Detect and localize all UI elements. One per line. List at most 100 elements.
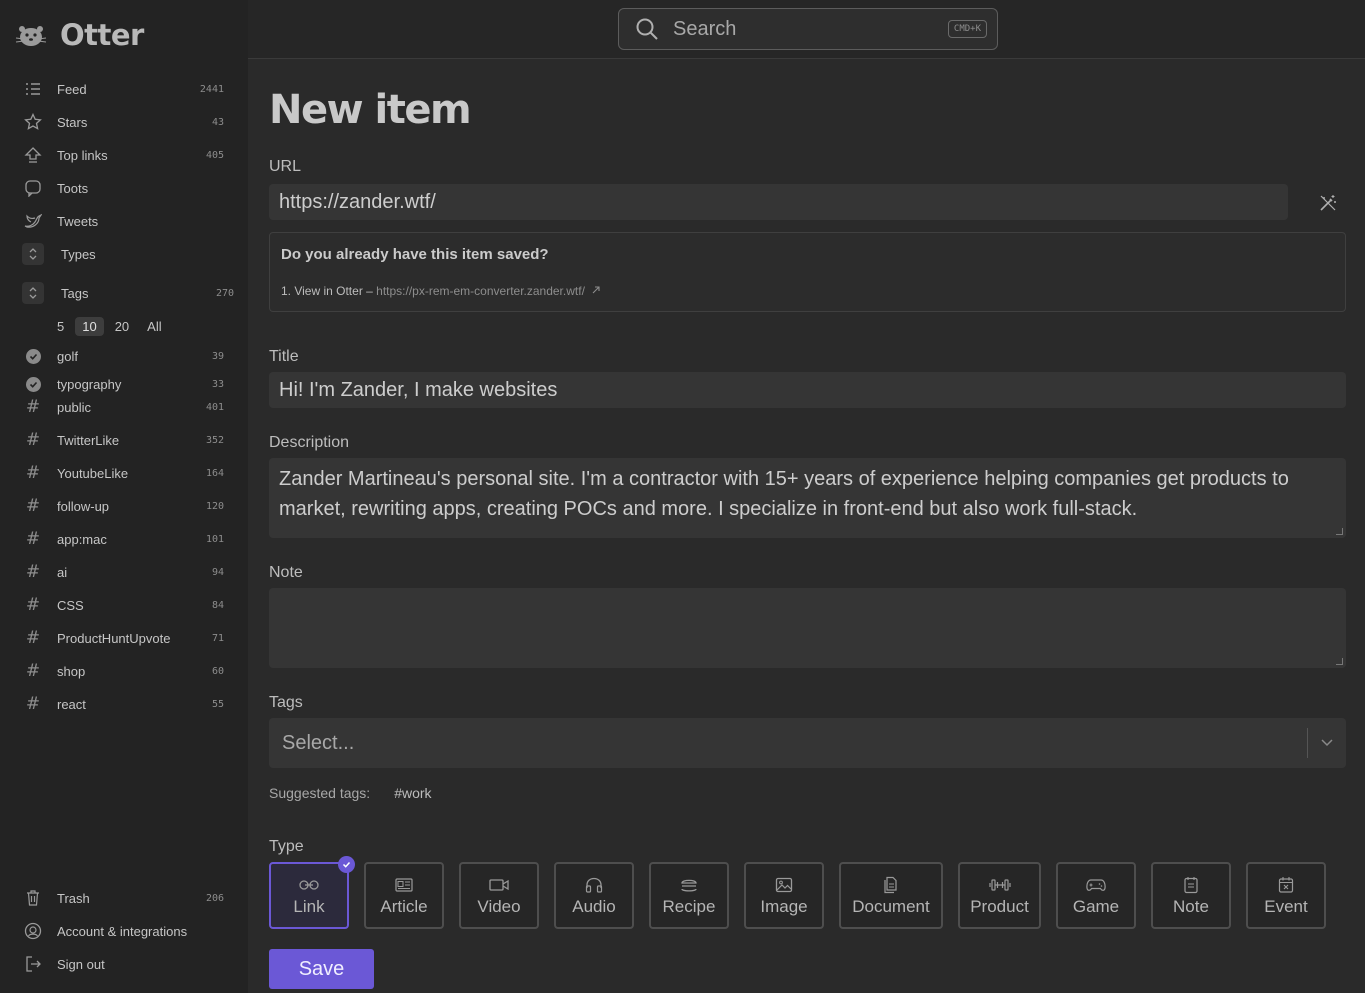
- sidebar-item-top-links[interactable]: Top links 405: [22, 141, 234, 169]
- upvote-icon: [22, 144, 44, 166]
- type-option-label: Product: [970, 896, 1029, 916]
- type-option-label: Image: [760, 896, 808, 916]
- type-option-document[interactable]: Document: [839, 862, 943, 929]
- tags-select[interactable]: Select...: [269, 718, 1346, 768]
- otter-icon: [15, 26, 47, 46]
- sidebar-item-feed[interactable]: Feed 2441: [22, 75, 234, 103]
- document-icon: [883, 875, 899, 895]
- sidebar-tag-label: follow-up: [57, 498, 110, 514]
- sidebar-tag-shop[interactable]: # shop 60: [22, 657, 234, 685]
- type-option-video[interactable]: Video: [459, 862, 539, 929]
- tags-count: 270: [215, 287, 234, 299]
- type-option-article[interactable]: Article: [364, 862, 444, 929]
- tag-limit-20[interactable]: 20: [108, 317, 136, 336]
- note-field[interactable]: [269, 588, 1346, 668]
- resize-handle[interactable]: [1336, 658, 1343, 665]
- type-option-label: Event: [1264, 896, 1308, 916]
- sidebar-tag-follow-up[interactable]: # follow-up 120: [22, 492, 234, 520]
- sidebar-tag-ai[interactable]: # ai 94: [22, 558, 234, 586]
- sidebar-tag-label: ai: [57, 564, 68, 580]
- sidebar-tag-label: app:mac: [57, 531, 107, 547]
- game-icon: [1086, 875, 1106, 895]
- type-option-product[interactable]: Product: [958, 862, 1041, 929]
- type-label: Type: [269, 838, 304, 855]
- description-field[interactable]: Zander Martineau's personal site. I'm a …: [269, 458, 1346, 538]
- sidebar-tag-count: 352: [205, 434, 224, 446]
- sidebar-tag-react[interactable]: # react 55: [22, 690, 234, 718]
- sidebar-item-label: Tweets: [57, 213, 99, 229]
- types-label: Types: [61, 246, 96, 262]
- sidebar-item-tweets[interactable]: Tweets: [22, 207, 234, 235]
- type-option-label: Document: [852, 896, 930, 916]
- sidebar-tag-count: 71: [211, 632, 224, 644]
- sidebar-item-toots[interactable]: Toots: [22, 174, 234, 202]
- audio-icon: [585, 875, 603, 895]
- suggested-tag[interactable]: #work: [394, 785, 431, 801]
- hash-icon: #: [25, 628, 41, 648]
- tag-limit-all[interactable]: All: [140, 317, 168, 336]
- sidebar-tag-public[interactable]: # public 401: [22, 393, 234, 421]
- tag-limit-10[interactable]: 10: [75, 317, 104, 336]
- app-logo[interactable]: Otter: [14, 18, 144, 52]
- sidebar-item-account-integrations[interactable]: Account & integrations: [22, 917, 234, 945]
- event-icon: [1278, 875, 1294, 895]
- sidebar-tag-producthuntupvote[interactable]: # ProductHuntUpvote 71: [22, 624, 234, 652]
- tag-limit-selector: 5 10 20 All: [50, 317, 169, 336]
- hash-icon: #: [25, 463, 41, 483]
- duplicate-link[interactable]: https://px-rem-em-converter.zander.wtf/: [376, 284, 585, 298]
- sidebar-tag-label: react: [57, 696, 86, 712]
- tags-section-toggle[interactable]: Tags 270: [22, 279, 234, 307]
- title-field[interactable]: Hi! I'm Zander, I make websites: [269, 372, 1346, 408]
- resize-handle[interactable]: [1336, 528, 1343, 535]
- sidebar-tag-count: 101: [205, 533, 224, 545]
- type-option-audio[interactable]: Audio: [554, 862, 634, 929]
- type-option-label: Video: [477, 896, 521, 916]
- sidebar-tag-count: 60: [211, 665, 224, 677]
- type-selector: Link Article Video Audio Recipe Image Document…: [269, 856, 1326, 929]
- sidebar-item-sign-out[interactable]: Sign out: [22, 950, 234, 978]
- sidebar-item-count: 43: [211, 116, 224, 128]
- sidebar-tag-count: 94: [211, 566, 224, 578]
- search-input[interactable]: Search CMD+K: [618, 8, 998, 50]
- sidebar-tag-twitterlike[interactable]: # TwitterLike 352: [22, 426, 234, 454]
- sidebar-tag-youtubelike[interactable]: # YoutubeLike 164: [22, 459, 234, 487]
- image-icon: [775, 875, 793, 895]
- description-label: Description: [269, 434, 350, 451]
- hash-icon: #: [25, 529, 41, 549]
- type-option-link[interactable]: Link: [269, 856, 355, 929]
- sidebar-item-count: 2441: [199, 83, 224, 95]
- magic-wand-icon[interactable]: [1317, 192, 1339, 214]
- save-button[interactable]: Save: [269, 949, 374, 989]
- app-name: Otter: [60, 18, 144, 52]
- hash-icon: #: [25, 496, 41, 516]
- sidebar-tag-golf[interactable]: golf 39: [22, 342, 234, 370]
- sidebar-tag-label: shop: [57, 663, 86, 679]
- tag-limit-5[interactable]: 5: [50, 317, 71, 336]
- duplicate-question: Do you already have this item saved?: [281, 246, 549, 263]
- top-bar: Search CMD+K: [248, 0, 1365, 59]
- list-icon: [22, 78, 44, 100]
- sidebar-item-trash[interactable]: Trash 206: [22, 884, 234, 912]
- chevron-down-icon[interactable]: [1308, 738, 1346, 748]
- sidebar-tag-count: 55: [211, 698, 224, 710]
- star-icon: [22, 111, 44, 133]
- expand-collapse-icon: [22, 282, 44, 304]
- hash-icon: #: [25, 694, 41, 714]
- type-option-game[interactable]: Game: [1056, 862, 1136, 929]
- type-option-event[interactable]: Event: [1246, 862, 1326, 929]
- sidebar-item-stars[interactable]: Stars 43: [22, 108, 234, 136]
- sidebar-tag-css[interactable]: # CSS 84: [22, 591, 234, 619]
- types-section-toggle[interactable]: Types: [22, 240, 234, 268]
- url-value: https://zander.wtf/: [279, 190, 436, 213]
- type-option-image[interactable]: Image: [744, 862, 824, 929]
- check-circle-icon: [22, 345, 44, 367]
- type-option-label: Link: [293, 896, 325, 916]
- search-placeholder: Search: [673, 17, 737, 40]
- url-field[interactable]: https://zander.wtf/: [269, 184, 1288, 220]
- type-option-recipe[interactable]: Recipe: [649, 862, 729, 929]
- hash-icon: #: [25, 595, 41, 615]
- sidebar-tag-app-mac[interactable]: # app:mac 101: [22, 525, 234, 553]
- type-option-note[interactable]: Note: [1151, 862, 1231, 929]
- article-icon: [395, 875, 413, 895]
- check-circle-icon: [22, 373, 44, 395]
